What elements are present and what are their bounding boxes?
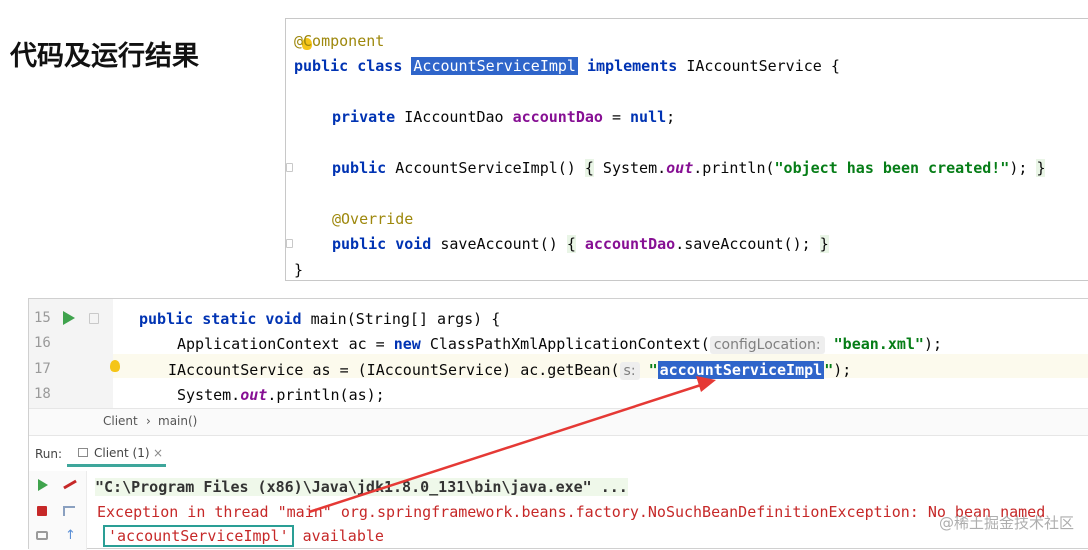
- line-number: 15: [34, 310, 51, 326]
- watermark: @稀土掘金技术社区: [938, 514, 1074, 532]
- code-line-15: public static void main(String[] args) {: [139, 310, 501, 328]
- sort-icon[interactable]: [63, 506, 75, 516]
- console-output[interactable]: ↑ "C:\Program Files (x86)\Java\jdk1.8.0_…: [29, 471, 1088, 550]
- section-heading: 代码及运行结果: [10, 41, 199, 72]
- console-line-exception: Exception in thread "main" org.springfra…: [97, 503, 1046, 521]
- highlighted-bean-name: 'accountServiceImpl': [103, 525, 294, 547]
- line-number: 16: [34, 335, 51, 351]
- code-line-17: IAccountService as = (IAccountService) a…: [168, 361, 852, 380]
- console-line-available: 'accountServiceImpl' available: [103, 525, 384, 547]
- breadcrumb: Client › main(): [29, 408, 1088, 436]
- parameter-hint: s:: [619, 362, 640, 380]
- tab-label: Client (1): [94, 446, 150, 460]
- selected-class-name[interactable]: AccountServiceImpl: [411, 57, 578, 75]
- run-gutter-icon[interactable]: [63, 311, 75, 325]
- breadcrumb-item-client[interactable]: Client: [103, 414, 138, 428]
- line-number: 18: [34, 386, 51, 402]
- code-editor[interactable]: 15 16 17 18 public static void main(Stri…: [29, 299, 1088, 408]
- rerun-icon[interactable]: [38, 479, 48, 491]
- tab-close-icon[interactable]: ×: [153, 446, 163, 460]
- selected-bean-name[interactable]: accountServiceImpl: [657, 361, 825, 379]
- tab-client-run[interactable]: Client (1) ×: [67, 443, 166, 467]
- console-window-icon: [78, 448, 88, 457]
- code-line-16: ApplicationContext ac = new ClassPathXml…: [177, 335, 943, 354]
- breadcrumb-item-main[interactable]: main(): [158, 414, 197, 428]
- fold-marker-icon[interactable]: [286, 163, 293, 172]
- run-label: Run:: [35, 447, 63, 461]
- class-code-panel: @Component public class AccountServiceIm…: [285, 18, 1088, 281]
- camera-icon[interactable]: [36, 531, 48, 540]
- console-line-command: "C:\Program Files (x86)\Java\jdk1.8.0_13…: [95, 478, 628, 496]
- stop-square-icon[interactable]: [37, 506, 47, 516]
- code-line-class-close: }: [294, 261, 304, 279]
- code-line-component: @Component: [294, 32, 385, 50]
- lightbulb-icon[interactable]: [110, 360, 120, 372]
- code-line-field: private IAccountDao accountDao = null;: [332, 108, 676, 126]
- ide-panel: 15 16 17 18 public static void main(Stri…: [28, 298, 1088, 550]
- code-line-method: public void saveAccount() { accountDao.s…: [332, 235, 829, 253]
- code-line-override: @Override: [332, 210, 414, 228]
- line-number: 17: [34, 361, 51, 377]
- fold-marker-icon[interactable]: [89, 313, 99, 324]
- code-line-class-declaration: public class AccountServiceImpl implemen…: [294, 57, 840, 75]
- run-toolbar: Run: Client (1) ×: [29, 439, 1088, 469]
- breadcrumb-separator: ›: [146, 414, 151, 428]
- fold-marker-icon[interactable]: [286, 239, 293, 248]
- code-line-18: System.out.println(as);: [177, 386, 385, 404]
- up-arrow-icon[interactable]: ↑: [65, 528, 76, 543]
- code-line-constructor: public AccountServiceImpl() { System.out…: [332, 159, 1046, 177]
- parameter-hint: configLocation:: [709, 336, 825, 354]
